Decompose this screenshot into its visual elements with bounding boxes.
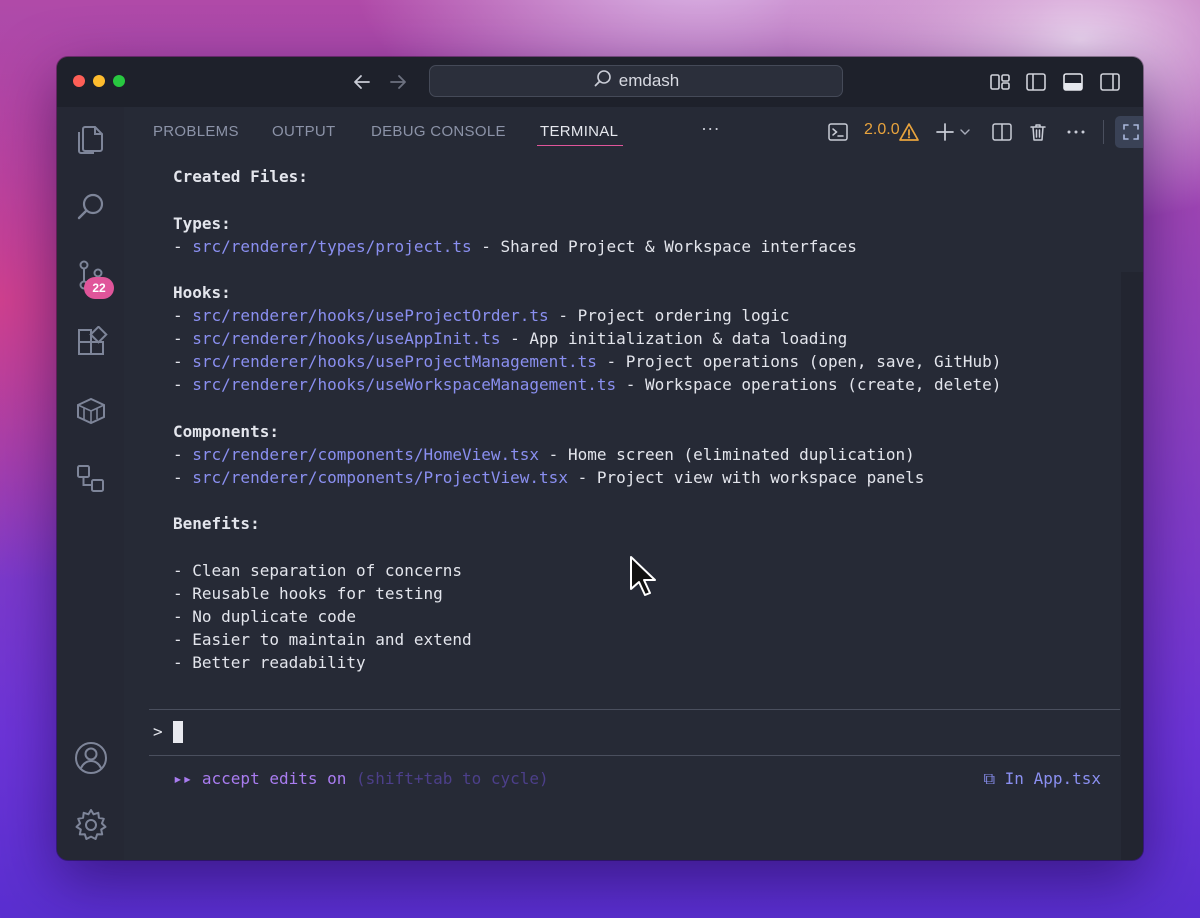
prompt-input-cursor[interactable] — [173, 721, 183, 743]
account-icon[interactable] — [73, 740, 109, 776]
command-center-search[interactable]: emdash — [429, 65, 843, 97]
terminal-version[interactable]: 2.0.0 — [864, 121, 900, 139]
terminal-line: - Easier to maintain and extend — [173, 630, 472, 649]
extensions-icon[interactable] — [73, 325, 109, 361]
terminal-line: - src/renderer/hooks/useAppInit.ts - App… — [173, 329, 848, 348]
toggle-secondary-sidebar-icon[interactable] — [1098, 70, 1122, 94]
prompt-divider-bottom — [149, 755, 1120, 756]
terminal-line: - src/renderer/types/project.ts - Shared… — [173, 237, 857, 256]
toolbar-divider — [1103, 120, 1104, 144]
tab-debug-console[interactable]: DEBUG CONSOLE — [371, 123, 506, 140]
settings-gear-icon[interactable] — [73, 807, 109, 843]
source-control-badge: 22 — [84, 277, 114, 299]
terminal-heading: Types: — [173, 214, 231, 233]
terminal-line: - Better readability — [173, 653, 366, 672]
packages-icon[interactable] — [73, 393, 109, 429]
back-arrow-icon[interactable] — [351, 71, 373, 93]
terminal-line: - Clean separation of concerns — [173, 561, 462, 580]
terminal-line: - src/renderer/components/ProjectView.ts… — [173, 468, 925, 487]
toggle-primary-sidebar-icon[interactable] — [1024, 70, 1048, 94]
search-icon[interactable] — [73, 189, 109, 225]
minimize-window-button[interactable] — [93, 75, 105, 87]
terminal-heading: Components: — [173, 422, 279, 441]
explorer-icon[interactable] — [73, 121, 109, 157]
search-icon — [593, 69, 613, 94]
terminal-line: - src/renderer/hooks/useWorkspaceManagem… — [173, 375, 1002, 394]
accept-edits-label: accept edits on — [192, 769, 357, 788]
prompt-divider-top — [149, 709, 1120, 710]
remote-explorer-icon[interactable] — [73, 461, 109, 497]
tab-terminal[interactable]: TERMINAL — [540, 123, 618, 140]
tab-problems[interactable]: PROBLEMS — [153, 123, 239, 140]
more-actions-icon[interactable] — [1064, 120, 1088, 144]
terminal-scrollbar[interactable] — [1121, 272, 1143, 860]
terminal-line: - src/renderer/hooks/useProjectManagemen… — [173, 352, 1002, 371]
terminal-line: - Reusable hooks for testing — [173, 584, 443, 603]
current-file-status[interactable]: ⧉ In App.tsx — [984, 769, 1101, 789]
terminal-heading: Hooks: — [173, 283, 231, 302]
more-tabs-button[interactable]: ··· — [701, 118, 720, 139]
new-terminal-plus-icon[interactable] — [933, 120, 957, 144]
warning-icon[interactable] — [897, 120, 921, 144]
panel-tabs: PROBLEMS OUTPUT DEBUG CONSOLE TERMINAL ·… — [124, 107, 1143, 157]
terminal-line: - src/renderer/hooks/useProjectOrder.ts … — [173, 306, 790, 325]
terminal-heading: Created Files: — [173, 167, 308, 186]
toggle-panel-icon[interactable] — [1061, 70, 1085, 94]
close-window-button[interactable] — [73, 75, 85, 87]
terminal-output[interactable]: Created Files: Types: - src/renderer/typ… — [173, 167, 1001, 672]
chevron-down-icon[interactable] — [958, 120, 972, 144]
activity-bar: 22 — [57, 107, 124, 860]
terminal-line: - No duplicate code — [173, 607, 357, 626]
mouse-pointer-icon — [630, 556, 656, 596]
title-bar: emdash — [57, 57, 1143, 107]
app-window: emdash 22 PROBLEMS OUTPUT DEBUG CONSOLE … — [57, 57, 1143, 860]
zoom-window-button[interactable] — [113, 75, 125, 87]
prompt-symbol: > — [153, 722, 163, 741]
terminal-icon[interactable] — [826, 120, 850, 144]
accept-edits-hint: (shift+tab to cycle) — [356, 769, 549, 788]
maximize-panel-icon[interactable] — [1115, 116, 1143, 148]
terminal-heading: Benefits: — [173, 514, 260, 533]
customize-layout-icon[interactable] — [988, 70, 1012, 94]
fast-forward-icon: ▸▸ — [173, 769, 193, 788]
tab-output[interactable]: OUTPUT — [272, 123, 335, 140]
trash-icon[interactable] — [1026, 120, 1050, 144]
terminal-line: - src/renderer/components/HomeView.tsx -… — [173, 445, 915, 464]
active-tab-indicator — [537, 145, 623, 146]
accept-edits-status[interactable]: ▸▸ accept edits on (shift+tab to cycle) — [173, 769, 549, 788]
forward-arrow-icon[interactable] — [387, 71, 409, 93]
command-center-label: emdash — [618, 71, 680, 90]
split-terminal-icon[interactable] — [990, 120, 1014, 144]
